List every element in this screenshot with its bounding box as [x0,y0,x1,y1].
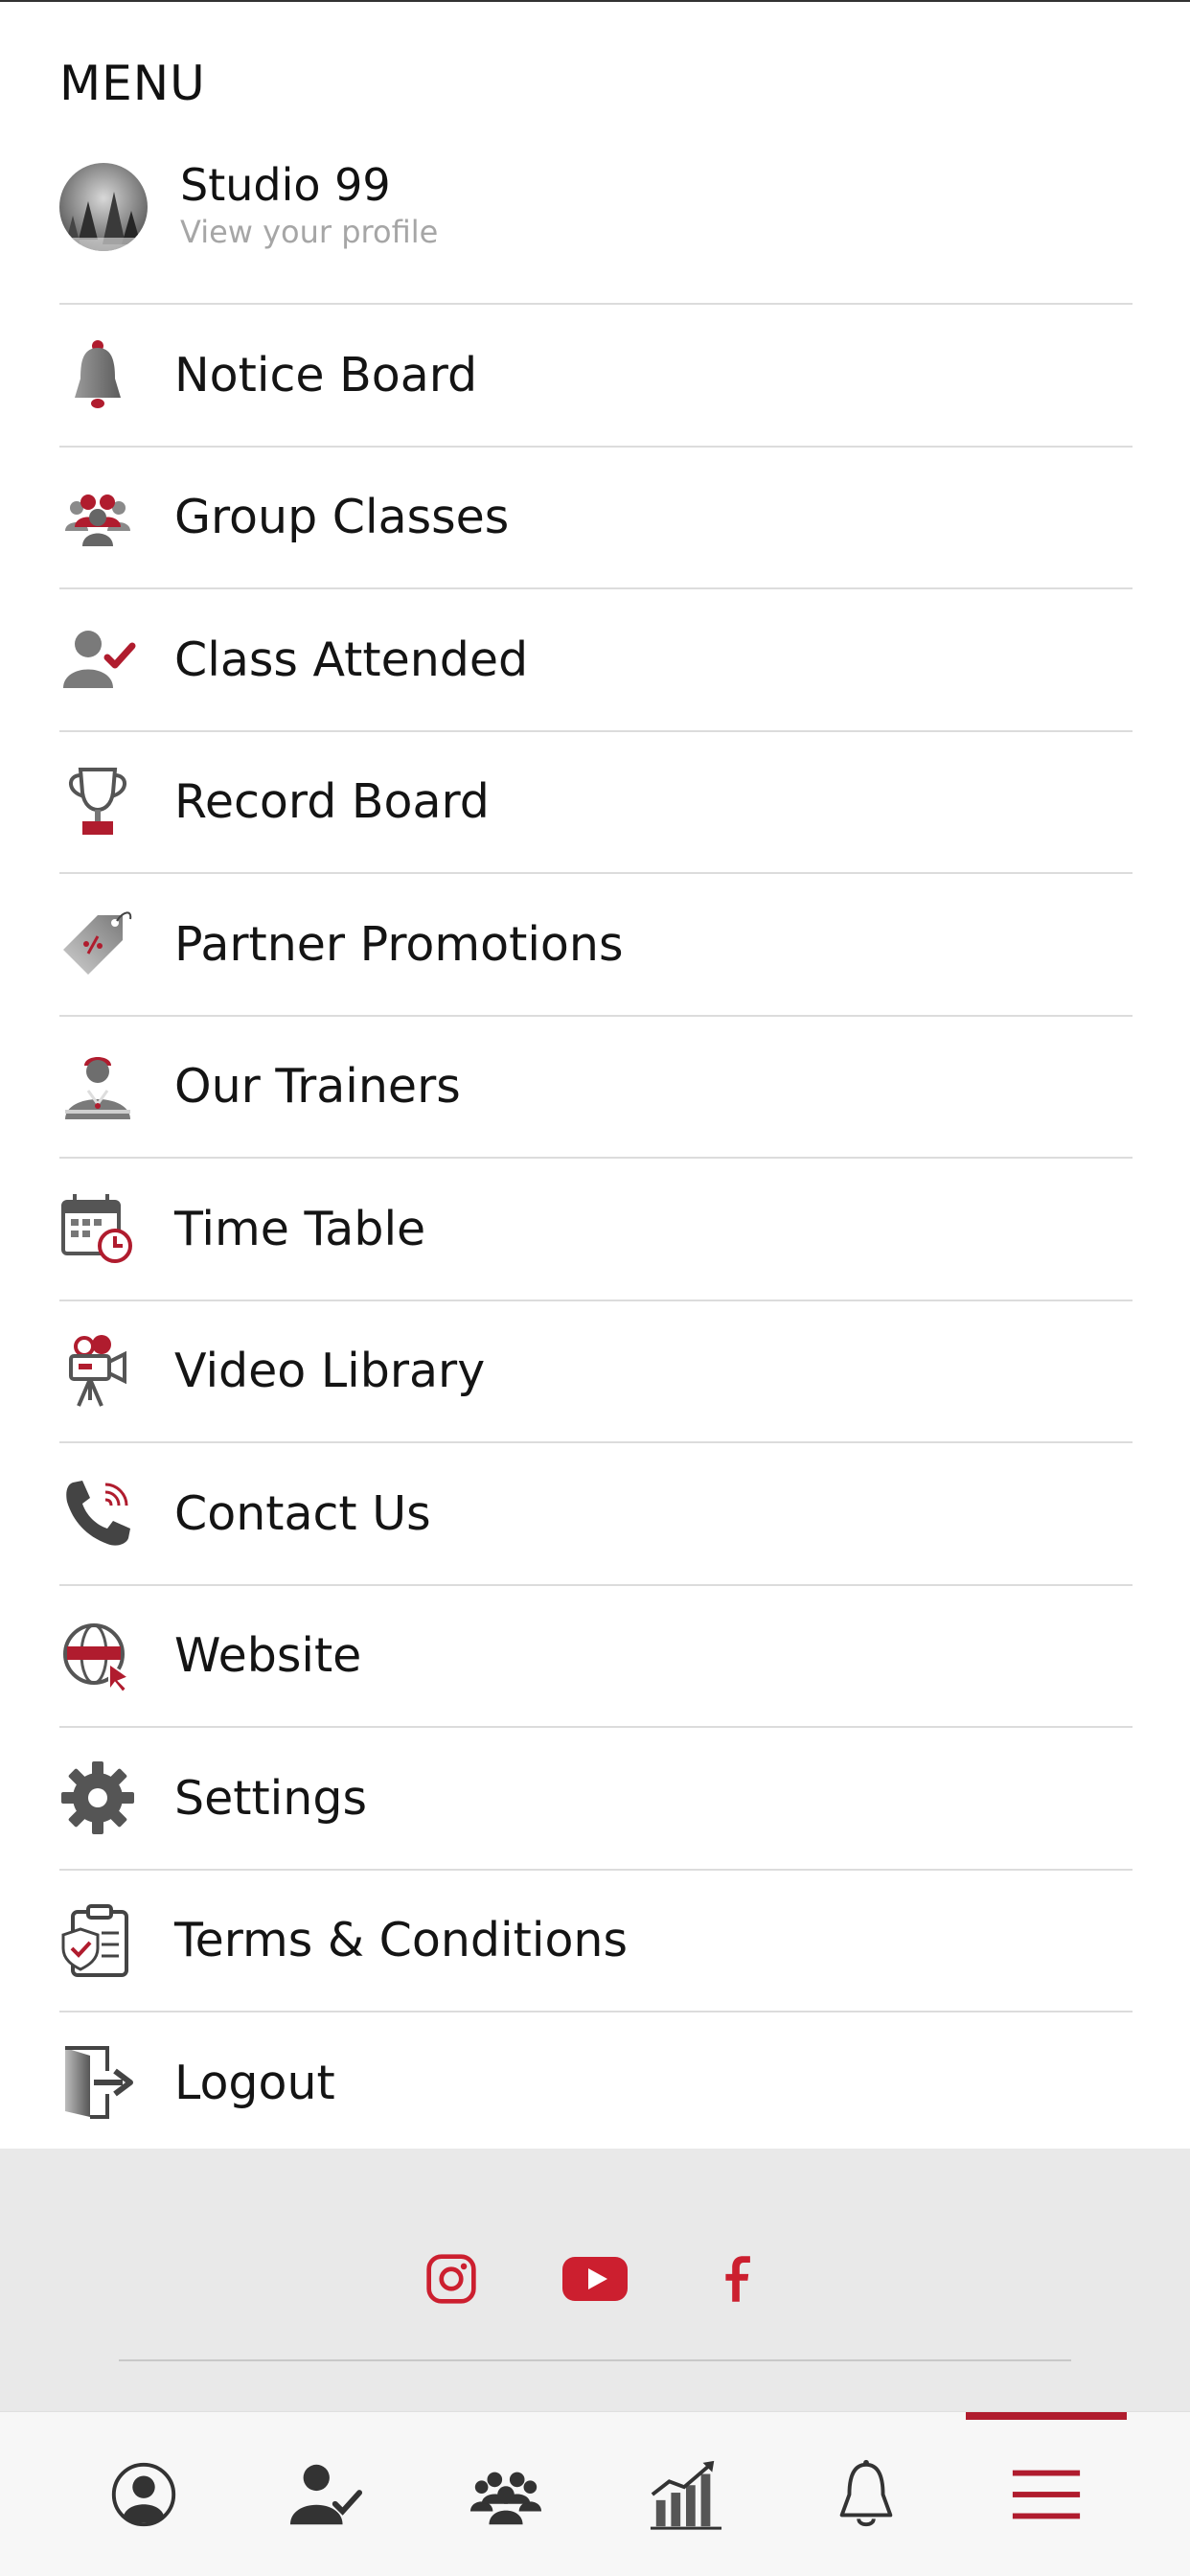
group-icon [59,479,136,556]
globe-cursor-icon [59,1618,136,1694]
avatar [59,163,148,251]
trainer-icon [59,1048,136,1125]
tab-stats[interactable] [586,2412,785,2576]
calendar-clock-icon [59,1190,136,1267]
youtube-icon[interactable] [557,2241,633,2317]
menu-item-video-library[interactable]: Video Library [59,1299,1133,1442]
discount-tag-icon [59,906,136,982]
divider [119,2359,1071,2361]
logout-door-icon [59,2044,136,2121]
gear-icon [59,1760,136,1836]
menu-item-label: Video Library [174,1344,486,1399]
video-camera-icon [59,1333,136,1410]
tab-class-attended[interactable] [226,2412,424,2576]
page-title: MENU [59,56,206,111]
menu-item-label: Group Classes [174,490,510,545]
menu-item-label: Our Trainers [174,1059,461,1115]
menu-item-label: Logout [174,2055,335,2110]
menu-item-time-table[interactable]: Time Table [59,1157,1133,1300]
menu-item-terms-conditions[interactable]: Terms & Conditions [59,1868,1133,2012]
menu-item-contact-us[interactable]: Contact Us [59,1441,1133,1584]
menu-item-group-classes[interactable]: Group Classes [59,445,1133,588]
menu-item-label: Class Attended [174,632,529,687]
user-check-icon [59,621,136,698]
menu-item-label: Record Board [174,774,490,830]
user-check-icon [289,2464,362,2525]
menu-item-notice-board[interactable]: Notice Board [59,303,1133,446]
menu-item-our-trainers[interactable]: Our Trainers [59,1014,1133,1158]
profile-name: Studio 99 [180,159,391,211]
menu-item-label: Website [174,1628,362,1684]
profile-subtitle: View your profile [180,213,439,250]
top-border [0,0,1190,2]
instagram-icon[interactable] [413,2241,490,2317]
menu-item-logout[interactable]: Logout [59,2011,1133,2153]
tab-group-classes[interactable] [406,2412,605,2576]
menu-item-label: Time Table [174,1201,426,1256]
menu-item-settings[interactable]: Settings [59,1726,1133,1869]
profile-icon [111,2462,175,2527]
clipboard-shield-icon [59,1902,136,1979]
menu-item-record-board[interactable]: Record Board [59,729,1133,873]
phone-icon [59,1475,136,1552]
stats-chart-icon [650,2460,721,2530]
menu-item-label: Partner Promotions [174,916,624,972]
profile-link[interactable]: Studio 99 View your profile [59,161,1133,305]
menu-item-label: Notice Board [174,347,478,402]
social-links [0,2241,1190,2317]
social-section [0,2149,1190,2411]
facebook-icon[interactable] [700,2241,777,2317]
trophy-icon [59,764,136,840]
bottom-tab-bar [0,2411,1190,2576]
bell-icon [839,2459,892,2527]
menu-list: Notice Board Group Classes Class Attende… [59,303,1133,2153]
menu-item-label: Settings [174,1770,367,1826]
group-icon [469,2472,541,2525]
menu-item-website[interactable]: Website [59,1583,1133,1727]
hamburger-menu-icon [1012,2470,1080,2519]
tab-profile[interactable] [44,2412,242,2576]
bell-icon [59,336,136,413]
menu-item-class-attended[interactable]: Class Attended [59,587,1133,730]
menu-item-partner-promotions[interactable]: Partner Promotions [59,872,1133,1015]
tab-menu[interactable] [947,2412,1145,2576]
menu-item-label: Contact Us [174,1485,431,1541]
tab-notifications[interactable] [767,2412,965,2576]
menu-item-label: Terms & Conditions [174,1913,629,1968]
